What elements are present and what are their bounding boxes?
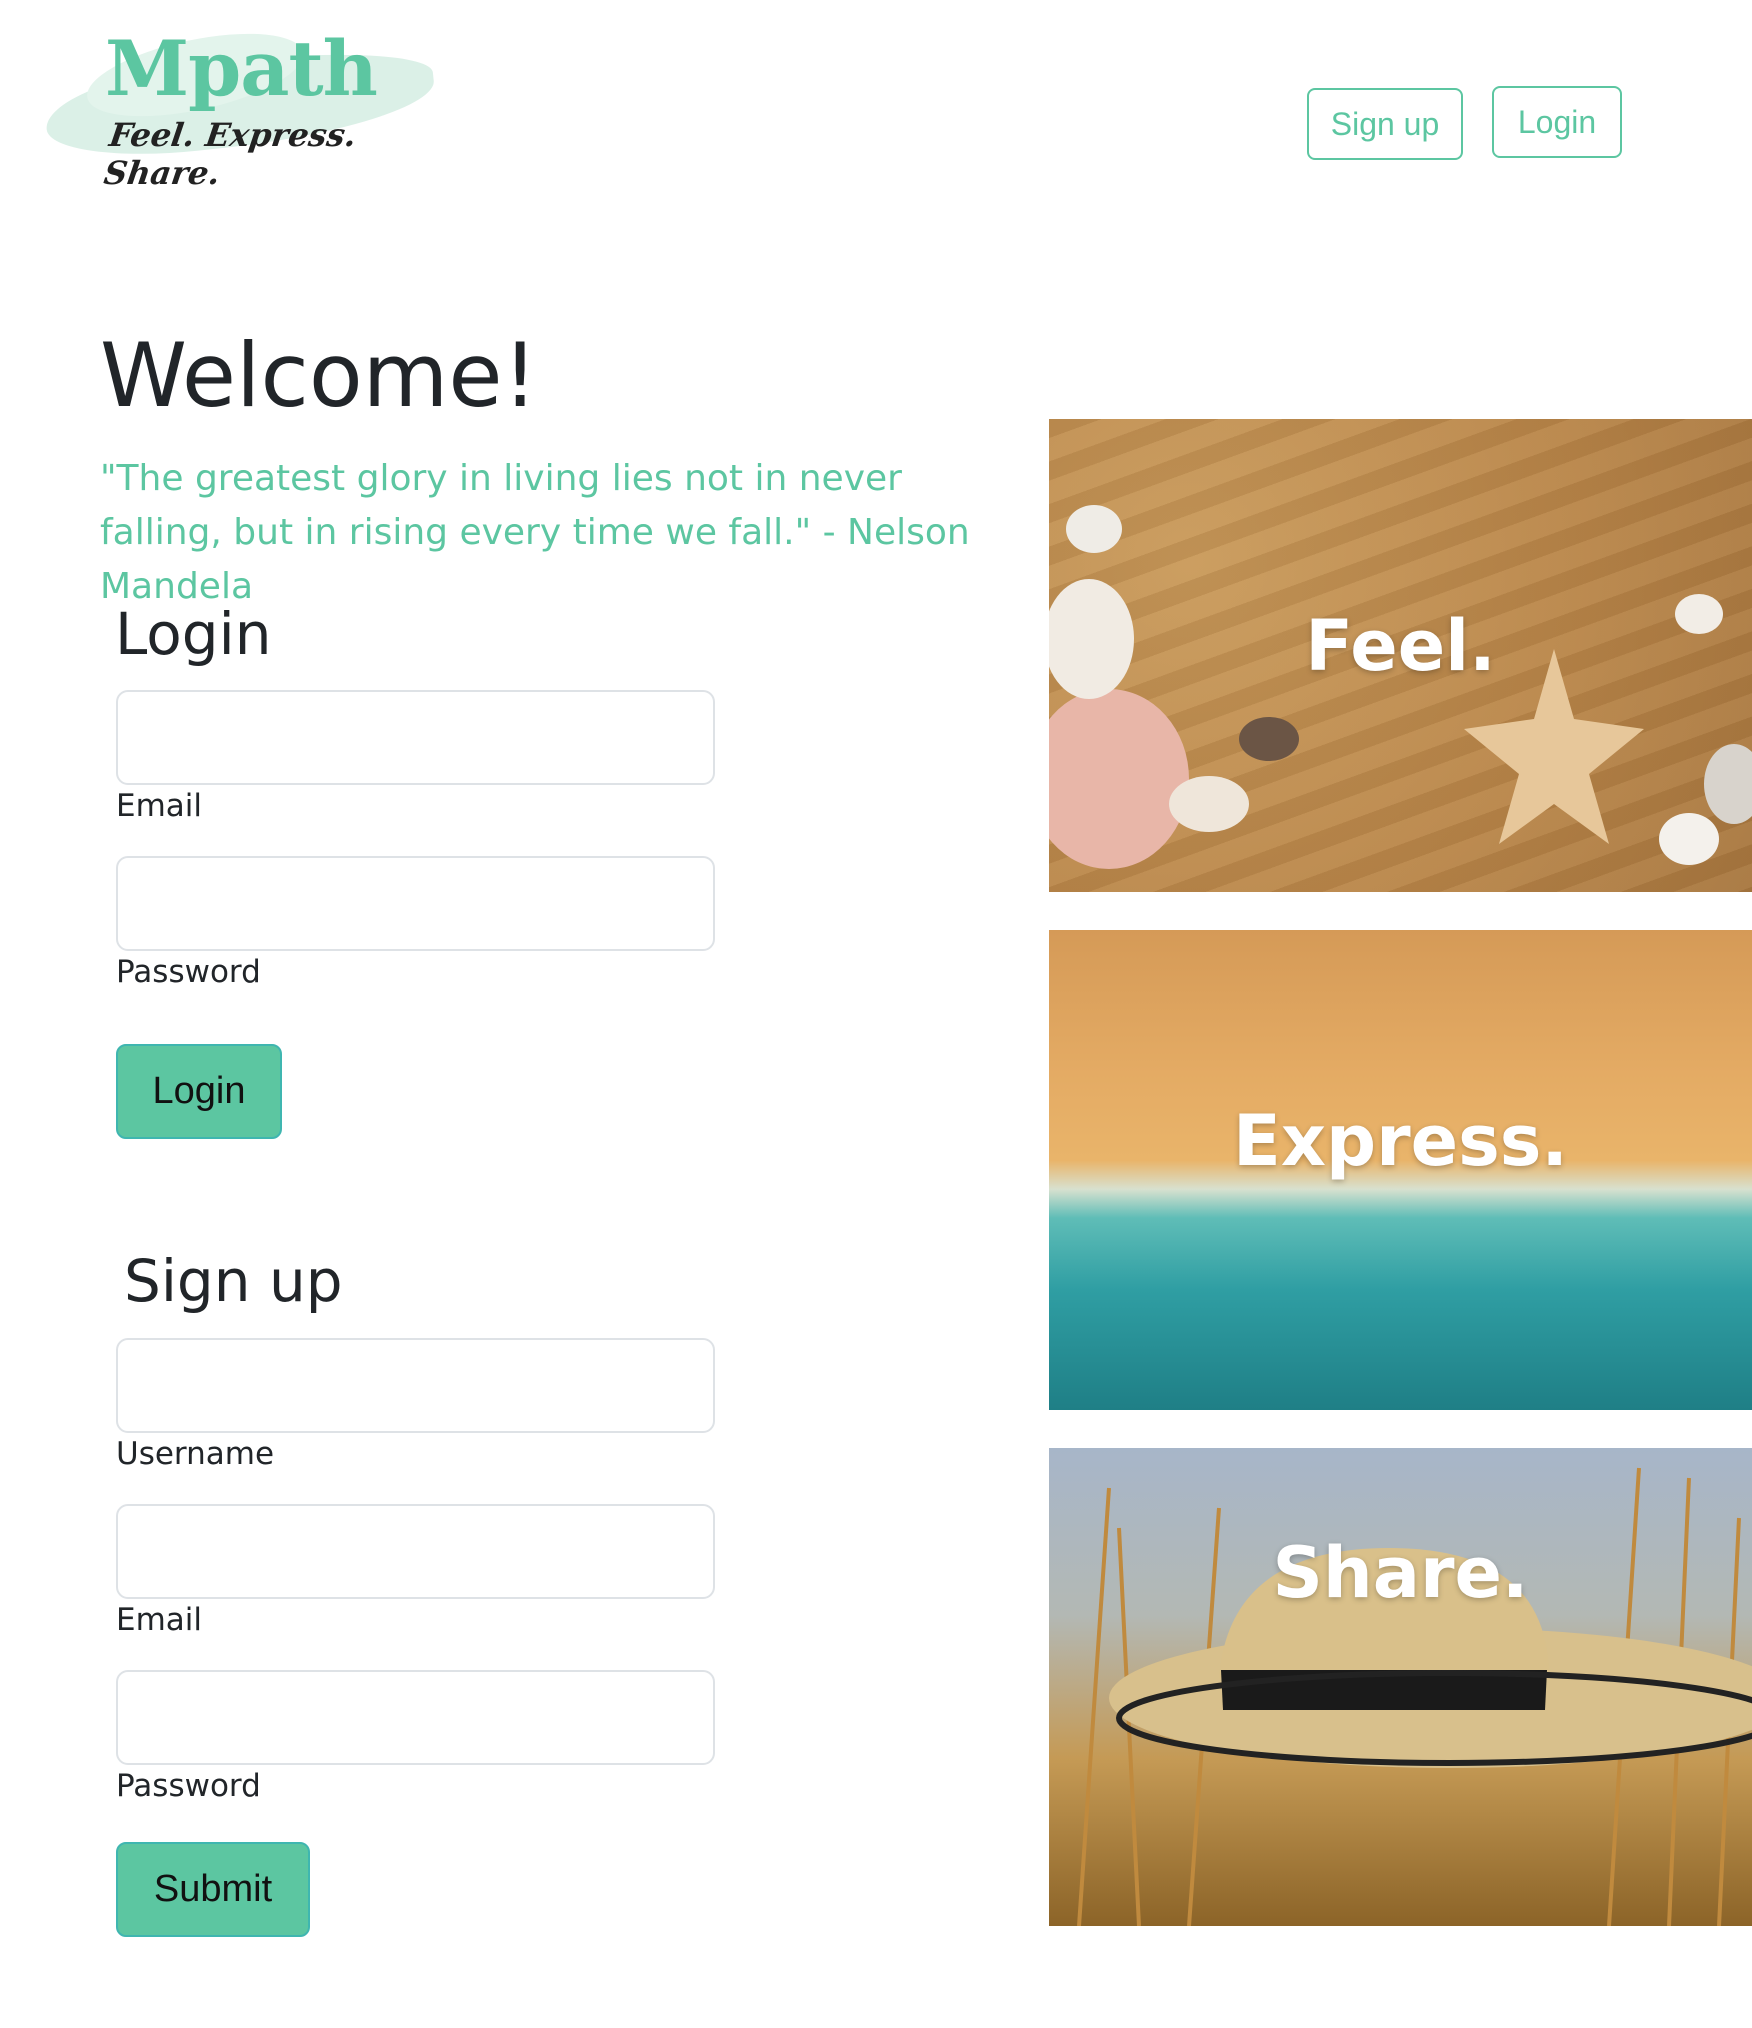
page-title: Welcome! <box>100 324 538 427</box>
straw-hat-illustration <box>1077 1467 1752 1926</box>
nav-login-button[interactable]: Login <box>1492 86 1622 158</box>
nav-signup-button[interactable]: Sign up <box>1307 88 1463 160</box>
feel-image-panel: Feel. <box>1049 419 1752 892</box>
login-heading: Login <box>115 600 272 668</box>
signup-password-label: Password <box>116 1768 261 1804</box>
login-password-label: Password <box>116 954 261 990</box>
quote-text: "The greatest glory in living lies not i… <box>100 458 970 607</box>
signup-username-field[interactable] <box>116 1338 715 1433</box>
express-caption: Express. <box>1233 1100 1568 1182</box>
site-logo[interactable]: Mpath Feel. Express. Share. <box>41 17 445 192</box>
login-email-label: Email <box>116 788 203 824</box>
logo-brand-name: Mpath <box>105 24 378 113</box>
signup-email-label: Email <box>116 1602 203 1638</box>
share-caption: Share. <box>1272 1532 1529 1614</box>
login-email-field[interactable] <box>116 690 715 785</box>
share-image-panel: Share. <box>1049 1448 1752 1926</box>
signup-submit-button[interactable]: Submit <box>116 1842 310 1937</box>
signup-username-label: Username <box>116 1436 275 1472</box>
logo-tagline: Feel. Express. Share. <box>101 116 359 192</box>
signup-heading: Sign up <box>124 1247 343 1315</box>
express-image-panel: Express. <box>1049 930 1752 1410</box>
login-button[interactable]: Login <box>116 1044 282 1139</box>
login-password-field[interactable] <box>116 856 715 951</box>
signup-email-field[interactable] <box>116 1504 715 1599</box>
signup-password-field[interactable] <box>116 1670 715 1765</box>
feel-caption: Feel. <box>1305 605 1496 687</box>
